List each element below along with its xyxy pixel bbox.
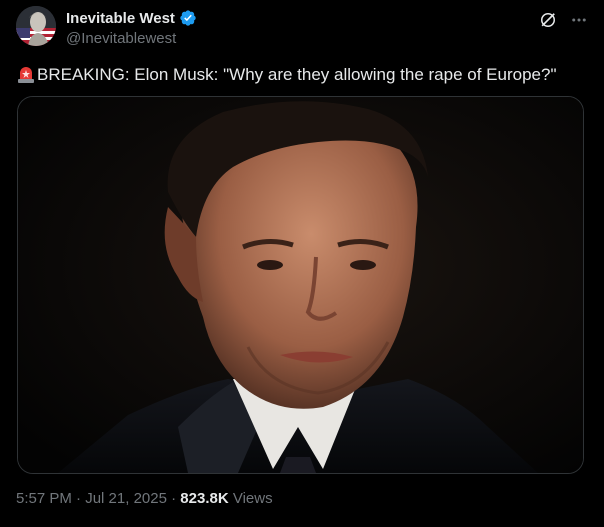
tweet-meta: 5:57 PM · Jul 21, 2025 · 823.8K Views [16,490,273,507]
views-count[interactable]: 823.8K [180,490,228,507]
handle[interactable]: @Inevitablewest [66,30,197,47]
tweet-media-photo[interactable] [17,96,584,474]
tweet-text-content: BREAKING: Elon Musk: "Why are they allow… [37,65,557,84]
views-label: Views [232,490,273,507]
avatar[interactable] [16,6,56,46]
verified-badge-icon [180,10,196,26]
tweet-time[interactable]: 5:57 PM [16,490,72,507]
tweet-date[interactable]: Jul 21, 2025 [85,490,167,507]
tweet: Inevitable West @Inevitablewest BREAKING… [0,0,604,527]
tweet-text: BREAKING: Elon Musk: "Why are they allow… [16,64,588,86]
meta-separator: · [171,490,177,507]
author-names: Inevitable West @Inevitablewest [66,8,197,47]
police-light-emoji [18,67,34,83]
photo-image [18,97,583,473]
display-name-row: Inevitable West [66,8,197,28]
grok-icon[interactable] [538,10,558,30]
tweet-header: Inevitable West @Inevitablewest [16,4,588,48]
more-options-icon[interactable] [570,11,588,29]
top-actions [538,10,588,30]
display-name[interactable]: Inevitable West [66,10,175,27]
meta-separator: · [76,490,82,507]
